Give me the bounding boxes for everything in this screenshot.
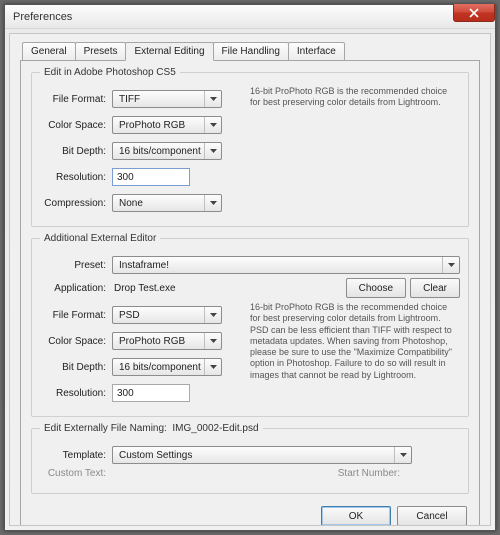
info-text-photoshop: 16-bit ProPhoto RGB is the recommended c… <box>240 86 460 216</box>
file-naming-legend-value: IMG_0002-Edit.psd <box>172 423 258 434</box>
resolution-input[interactable] <box>112 168 190 186</box>
file-format-value-2: PSD <box>119 310 140 321</box>
application-value: Drop Test.exe <box>112 283 176 294</box>
bit-depth-value-2: 16 bits/component <box>119 362 201 373</box>
resolution-input-2[interactable] <box>112 384 190 402</box>
tab-file-handling[interactable]: File Handling <box>213 42 289 60</box>
label-start-number: Start Number: <box>338 468 400 479</box>
label-bit-depth-2: Bit Depth: <box>40 362 112 373</box>
tab-panel-external-editing: Edit in Adobe Photoshop CS5 File Format:… <box>20 60 480 526</box>
label-template: Template: <box>40 450 112 461</box>
window-title: Preferences <box>13 11 72 23</box>
color-space-value: ProPhoto RGB <box>119 120 185 131</box>
chevron-down-icon <box>204 117 217 133</box>
label-resolution: Resolution: <box>40 172 112 183</box>
group-file-naming: Edit Externally File Naming: IMG_0002-Ed… <box>31 423 469 494</box>
tabstrip: General Presets External Editing File Ha… <box>22 42 480 60</box>
file-format-value: TIFF <box>119 94 140 105</box>
dialog-footer: OK Cancel <box>31 500 469 526</box>
tab-external-editing[interactable]: External Editing <box>125 42 213 61</box>
label-color-space-2: Color Space: <box>40 336 112 347</box>
ok-button[interactable]: OK <box>321 506 391 526</box>
chevron-down-icon <box>204 195 217 211</box>
group-additional-editor: Additional External Editor Preset: Insta… <box>31 233 469 417</box>
color-space-dropdown[interactable]: ProPhoto RGB <box>112 116 222 134</box>
label-color-space: Color Space: <box>40 120 112 131</box>
titlebar: Preferences <box>5 5 495 29</box>
file-format-dropdown-2[interactable]: PSD <box>112 306 222 324</box>
label-custom-text: Custom Text: <box>40 468 112 479</box>
info-text-additional: 16-bit ProPhoto RGB is the recommended c… <box>240 302 460 406</box>
chevron-down-icon <box>204 333 217 349</box>
chevron-down-icon <box>204 91 217 107</box>
clear-button[interactable]: Clear <box>410 278 460 298</box>
file-format-dropdown[interactable]: TIFF <box>112 90 222 108</box>
bit-depth-dropdown-2[interactable]: 16 bits/component <box>112 358 222 376</box>
bit-depth-value: 16 bits/component <box>119 146 201 157</box>
group-edit-photoshop-legend: Edit in Adobe Photoshop CS5 <box>40 67 180 78</box>
cancel-button[interactable]: Cancel <box>397 506 467 526</box>
bit-depth-dropdown[interactable]: 16 bits/component <box>112 142 222 160</box>
tab-general[interactable]: General <box>22 42 76 60</box>
color-space-value-2: ProPhoto RGB <box>119 336 185 347</box>
preset-dropdown[interactable]: Instaframe! <box>112 256 460 274</box>
close-button[interactable] <box>453 4 495 22</box>
file-naming-legend-prefix: Edit Externally File Naming: <box>44 423 167 434</box>
client-area: General Presets External Editing File Ha… <box>9 33 491 526</box>
chevron-down-icon <box>394 447 407 463</box>
label-application: Application: <box>40 283 112 294</box>
preset-value: Instaframe! <box>119 260 169 271</box>
choose-button[interactable]: Choose <box>346 278 406 298</box>
compression-value: None <box>119 198 143 209</box>
label-preset: Preset: <box>40 260 112 271</box>
label-file-format: File Format: <box>40 94 112 105</box>
color-space-dropdown-2[interactable]: ProPhoto RGB <box>112 332 222 350</box>
chevron-down-icon <box>442 257 455 273</box>
preferences-window: Preferences General Presets External Edi… <box>4 4 496 531</box>
tab-interface[interactable]: Interface <box>288 42 345 60</box>
group-additional-editor-legend: Additional External Editor <box>40 233 160 244</box>
label-resolution-2: Resolution: <box>40 388 112 399</box>
template-value: Custom Settings <box>119 450 192 461</box>
chevron-down-icon <box>204 307 217 323</box>
label-bit-depth: Bit Depth: <box>40 146 112 157</box>
label-file-format-2: File Format: <box>40 310 112 321</box>
chevron-down-icon <box>204 143 217 159</box>
group-edit-photoshop: Edit in Adobe Photoshop CS5 File Format:… <box>31 67 469 227</box>
compression-dropdown[interactable]: None <box>112 194 222 212</box>
chevron-down-icon <box>204 359 217 375</box>
close-icon <box>469 8 479 18</box>
label-compression: Compression: <box>40 198 112 209</box>
tab-presets[interactable]: Presets <box>75 42 127 60</box>
group-file-naming-legend: Edit Externally File Naming: IMG_0002-Ed… <box>40 423 263 434</box>
template-dropdown[interactable]: Custom Settings <box>112 446 412 464</box>
